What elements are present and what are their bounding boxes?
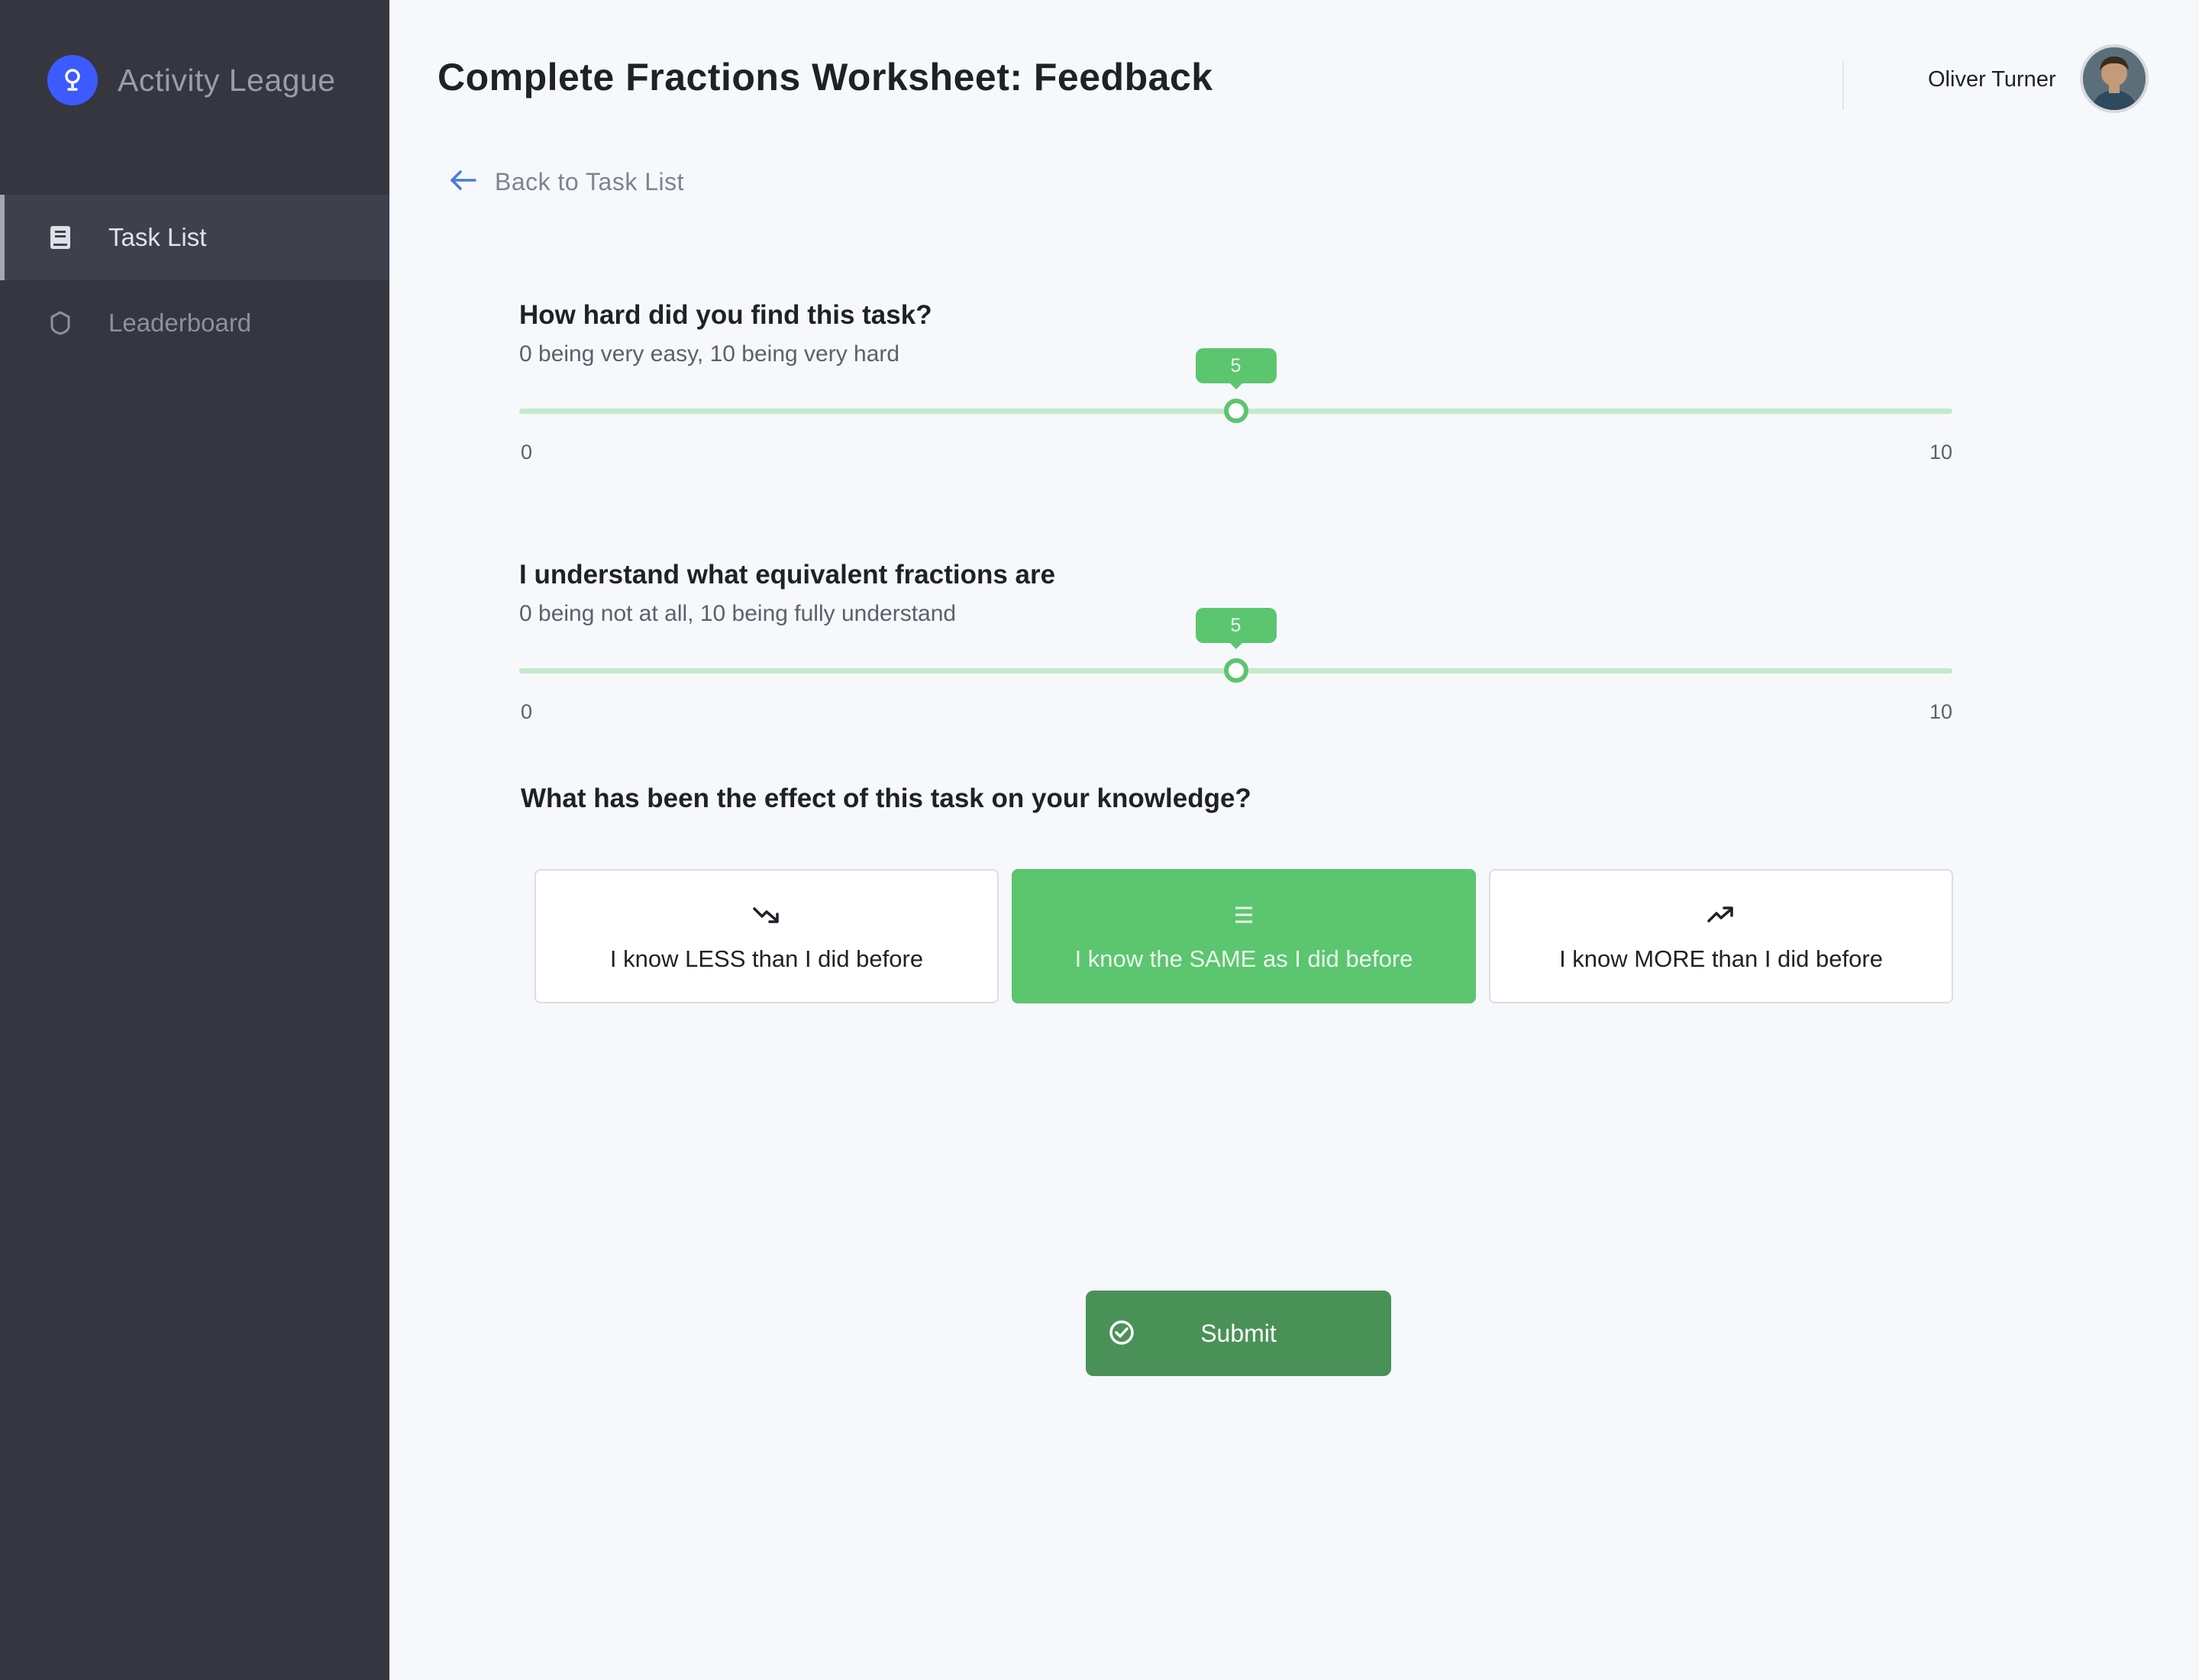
option-know-more[interactable]: I know MORE than I did before bbox=[1489, 869, 1953, 1003]
check-circle-icon bbox=[1109, 1320, 1135, 1349]
effect-question-title: What has been the effect of this task on… bbox=[521, 783, 1251, 813]
option-label: I know LESS than I did before bbox=[609, 945, 924, 972]
back-to-task-list-link[interactable]: Back to Task List bbox=[449, 168, 684, 196]
sidebar: Activity League Task List Leaderboard bbox=[0, 0, 389, 1680]
slider-thumb[interactable] bbox=[1223, 399, 1248, 423]
option-know-same[interactable]: I know the SAME as I did before bbox=[1012, 869, 1476, 1003]
slider-min-label: 0 bbox=[521, 700, 533, 723]
slider-max-label: 10 bbox=[1929, 441, 1952, 464]
difficulty-slider[interactable]: 5 0 10 bbox=[519, 348, 1952, 464]
app-name: Activity League bbox=[118, 62, 336, 98]
arrow-left-icon bbox=[449, 169, 478, 195]
sidebar-item-label: Task List bbox=[108, 223, 207, 251]
page-title: Complete Fractions Worksheet: Feedback bbox=[438, 56, 1213, 99]
effect-options: I know LESS than I did before I know the… bbox=[534, 869, 1953, 1003]
header-divider bbox=[1842, 61, 1844, 110]
slider-thumb[interactable] bbox=[1223, 658, 1248, 683]
submit-button[interactable]: Submit bbox=[1086, 1291, 1391, 1376]
sidebar-item-task-list[interactable]: Task List bbox=[0, 195, 389, 280]
book-icon bbox=[47, 225, 73, 250]
sidebar-item-leaderboard[interactable]: Leaderboard bbox=[0, 280, 389, 366]
lightbulb-icon bbox=[47, 55, 98, 105]
sidebar-item-label: Leaderboard bbox=[108, 309, 252, 337]
sidebar-nav: Task List Leaderboard bbox=[0, 195, 389, 366]
avatar[interactable] bbox=[2080, 44, 2149, 113]
understanding-slider[interactable]: 5 0 10 bbox=[519, 608, 1952, 723]
slider-min-label: 0 bbox=[521, 441, 533, 464]
option-label: I know MORE than I did before bbox=[1559, 945, 1883, 972]
question-title: I understand what equivalent fractions a… bbox=[519, 560, 1056, 590]
trend-up-icon bbox=[1707, 900, 1735, 930]
slider-max-label: 10 bbox=[1929, 700, 1952, 723]
slider-value-bubble: 5 bbox=[1195, 348, 1277, 389]
equals-icon bbox=[1233, 900, 1254, 930]
option-label: I know the SAME as I did before bbox=[1074, 945, 1413, 972]
shield-icon bbox=[47, 310, 73, 336]
slider-value-bubble: 5 bbox=[1195, 608, 1277, 649]
question-title: How hard did you find this task? bbox=[519, 300, 932, 330]
question-understanding: I understand what equivalent fractions a… bbox=[519, 560, 1955, 723]
user-name[interactable]: Oliver Turner bbox=[1928, 67, 2056, 92]
back-link-label: Back to Task List bbox=[495, 168, 685, 195]
option-know-less[interactable]: I know LESS than I did before bbox=[534, 869, 999, 1003]
question-difficulty: How hard did you find this task? 0 being… bbox=[519, 300, 1955, 464]
trend-down-icon bbox=[753, 900, 780, 930]
brand[interactable]: Activity League bbox=[47, 55, 336, 105]
